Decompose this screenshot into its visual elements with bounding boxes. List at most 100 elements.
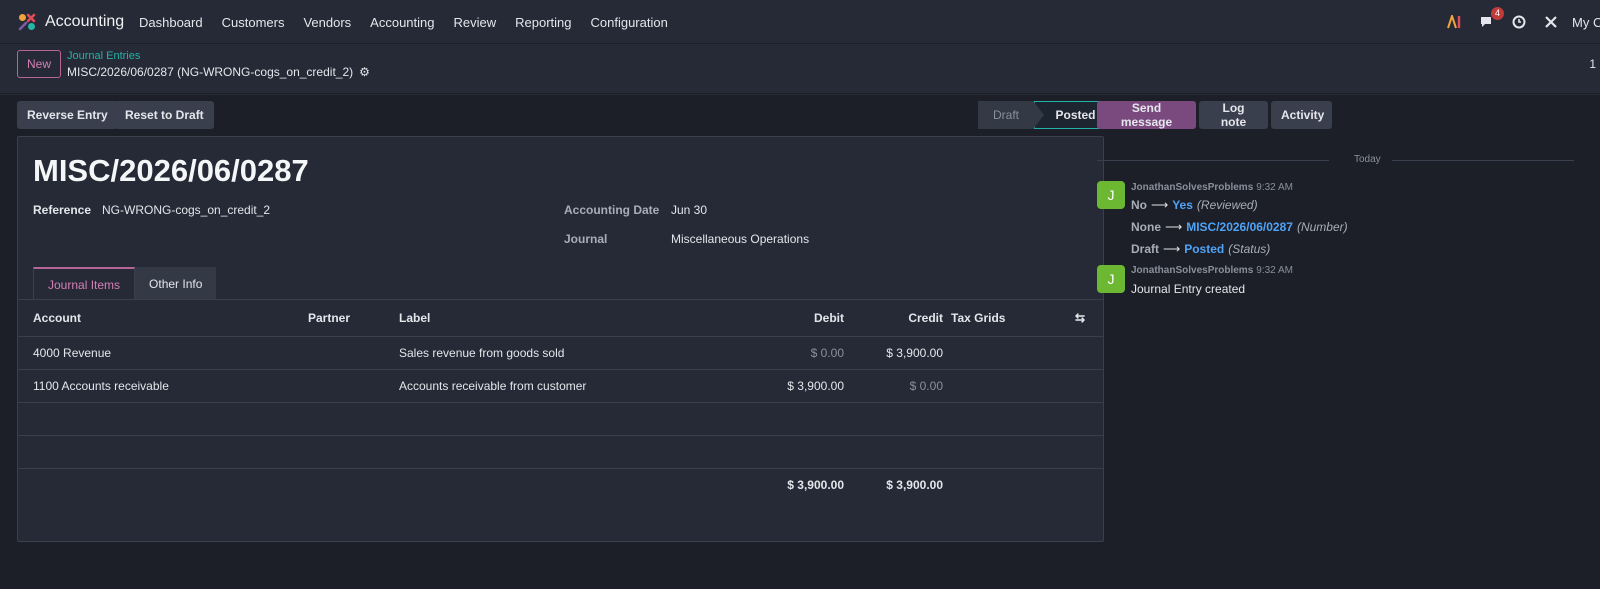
new-button[interactable]: New	[17, 50, 61, 78]
totals-row: $ 3,900.00 $ 3,900.00	[18, 468, 1103, 501]
divider-line	[1392, 160, 1574, 161]
col-account[interactable]: Account	[18, 300, 308, 337]
form-sheet: MISC/2026/06/0287 Reference NG-WRONG-cog…	[17, 136, 1104, 542]
empty-row	[18, 435, 1103, 469]
journal-items-table: Account Partner Label Debit Credit Tax G…	[18, 300, 1103, 501]
tracking-new-value: MISC/2026/06/0287	[1186, 220, 1293, 234]
clock-icon[interactable]	[1508, 11, 1530, 33]
messages-icon[interactable]: 4	[1476, 7, 1504, 33]
col-partner[interactable]: Partner	[308, 300, 399, 337]
row-options	[1057, 369, 1103, 403]
systray: 4 My C	[1434, 7, 1600, 33]
message-time: 9:32 AM	[1256, 182, 1293, 193]
total-credit: $ 3,900.00	[886, 477, 943, 492]
tracking-new-value: Posted	[1184, 242, 1225, 256]
row-account[interactable]: 4000 Revenue	[18, 336, 308, 370]
gear-icon[interactable]: ⚙	[359, 65, 370, 79]
optional-columns-icon[interactable]: ⇆	[1057, 300, 1103, 337]
accounting-date-value[interactable]: Jun 30	[671, 203, 707, 217]
breadcrumb-current: MISC/2026/06/0287 (NG-WRONG-cogs_on_cred…	[67, 65, 370, 79]
tracking-field: (Number)	[1296, 220, 1348, 234]
tools-icon[interactable]	[1540, 11, 1562, 33]
row-debit[interactable]: $ 0.00	[769, 336, 852, 370]
status-draft[interactable]: Draft	[978, 101, 1034, 129]
row-debit[interactable]: $ 3,900.00	[769, 369, 852, 403]
pager[interactable]: 1	[1589, 57, 1596, 71]
tracking-field: (Status)	[1228, 242, 1271, 256]
status-posted-label: Posted	[1055, 108, 1096, 122]
reference-value[interactable]: NG-WRONG-cogs_on_credit_2	[102, 203, 270, 217]
author-name[interactable]: JonathanSolvesProblems	[1131, 265, 1253, 276]
chatter: Send message Log note Activity Today J J…	[1097, 95, 1600, 589]
tracking-line: None ⟶ MISC/2026/06/0287 (Number)	[1131, 220, 1348, 234]
menu-review[interactable]: Review	[454, 15, 497, 30]
status-bar: Draft Posted	[978, 101, 1109, 129]
author-name[interactable]: JonathanSolvesProblems	[1131, 182, 1253, 193]
top-navbar: Accounting Dashboard Customers Vendors A…	[0, 0, 1600, 44]
menu-dashboard[interactable]: Dashboard	[139, 15, 203, 30]
divider-label: Today	[1354, 154, 1381, 165]
activity-button[interactable]: Activity	[1271, 101, 1332, 129]
arrow-right-icon: ⟶	[1151, 198, 1169, 212]
row-partner[interactable]	[308, 369, 399, 403]
menu-accounting[interactable]: Accounting	[370, 15, 434, 30]
message-author: JonathanSolvesProblems 9:32 AM	[1131, 182, 1293, 193]
col-credit[interactable]: Credit	[852, 300, 951, 337]
menu-configuration[interactable]: Configuration	[591, 15, 668, 30]
app-name[interactable]: Accounting	[45, 13, 124, 31]
divider-line	[1097, 160, 1329, 161]
ai-icon[interactable]	[1444, 11, 1466, 33]
menu-reporting[interactable]: Reporting	[515, 15, 571, 30]
avatar[interactable]: J	[1097, 181, 1125, 209]
journal-label: Journal	[564, 232, 608, 246]
send-message-button[interactable]: Send message	[1097, 101, 1196, 129]
message-author: JonathanSolvesProblems 9:32 AM	[1131, 265, 1293, 276]
tracking-field: (Reviewed)	[1196, 198, 1258, 212]
main-menu: Dashboard Customers Vendors Accounting R…	[139, 15, 687, 30]
total-debit: $ 3,900.00	[787, 477, 844, 492]
journal-value[interactable]: Miscellaneous Operations	[671, 232, 809, 246]
entry-title: MISC/2026/06/0287	[33, 153, 309, 188]
row-partner[interactable]	[308, 336, 399, 370]
menu-customers[interactable]: Customers	[222, 15, 285, 30]
empty-row	[18, 402, 1103, 436]
table-row[interactable]: 1100 Accounts receivable Accounts receiv…	[18, 369, 1103, 403]
notebook-tabs: Journal Items Other Info	[33, 267, 217, 300]
tracking-old-value: No	[1131, 198, 1147, 212]
log-note-button[interactable]: Log note	[1199, 101, 1268, 129]
table-header-row: Account Partner Label Debit Credit Tax G…	[18, 300, 1103, 337]
arrow-right-icon: ⟶	[1163, 242, 1181, 256]
row-tax-grids[interactable]	[951, 336, 1057, 370]
reverse-entry-button[interactable]: Reverse Entry	[17, 101, 118, 129]
table-row[interactable]: 4000 Revenue Sales revenue from goods so…	[18, 336, 1103, 370]
breadcrumb-parent[interactable]: Journal Entries	[67, 50, 140, 62]
main-content: Reverse Entry Reset to Draft Draft Poste…	[0, 95, 1600, 589]
avatar[interactable]: J	[1097, 265, 1125, 293]
date-divider: Today	[1097, 154, 1600, 165]
reset-to-draft-button[interactable]: Reset to Draft	[115, 101, 214, 129]
col-label[interactable]: Label	[399, 300, 769, 337]
accounting-app-icon[interactable]	[17, 12, 37, 32]
col-debit[interactable]: Debit	[769, 300, 852, 337]
control-panel: New Journal Entries MISC/2026/06/0287 (N…	[0, 44, 1600, 94]
row-account[interactable]: 1100 Accounts receivable	[18, 369, 308, 403]
tab-other-info[interactable]: Other Info	[135, 267, 217, 300]
menu-vendors[interactable]: Vendors	[303, 15, 351, 30]
tracking-old-value: Draft	[1131, 242, 1160, 256]
col-tax-grids[interactable]: Tax Grids	[951, 300, 1057, 337]
row-label[interactable]: Accounts receivable from customer	[399, 369, 769, 403]
accounting-date-label: Accounting Date	[564, 203, 660, 217]
company-switcher[interactable]: My C	[1572, 15, 1600, 30]
row-credit[interactable]: $ 0.00	[852, 369, 951, 403]
message-body: Journal Entry created	[1131, 282, 1246, 296]
arrow-right-icon: ⟶	[1165, 220, 1183, 234]
row-tax-grids[interactable]	[951, 369, 1057, 403]
row-label[interactable]: Sales revenue from goods sold	[399, 336, 769, 370]
status-arrow	[1034, 102, 1044, 128]
tracking-line: No ⟶ Yes (Reviewed)	[1131, 198, 1258, 212]
tracking-old-value: None	[1131, 220, 1161, 234]
row-credit[interactable]: $ 3,900.00	[852, 336, 951, 370]
tab-journal-items[interactable]: Journal Items	[33, 267, 136, 300]
breadcrumb-current-label: MISC/2026/06/0287 (NG-WRONG-cogs_on_cred…	[67, 65, 354, 79]
reference-label: Reference	[33, 203, 92, 217]
